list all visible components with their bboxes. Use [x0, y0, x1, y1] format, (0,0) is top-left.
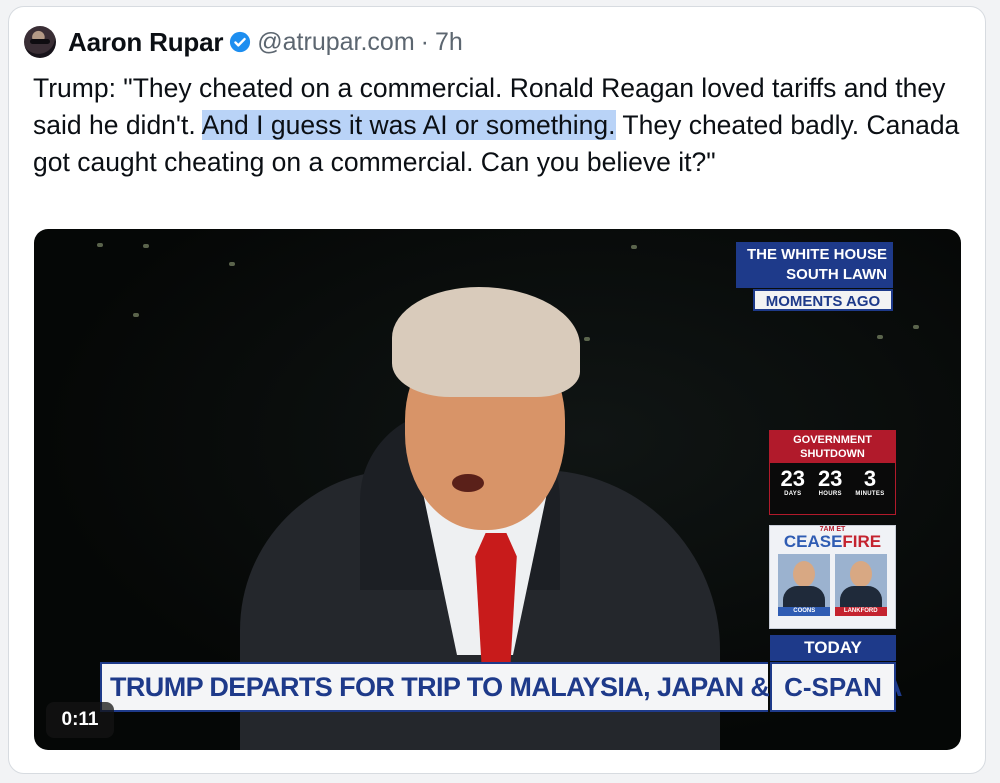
countdown-hours: 23 HOURS [817, 466, 843, 498]
moments-ago-label: MOMENTS AGO [753, 289, 893, 311]
shutdown-counter: GOVERNMENT SHUTDOWN 23 DAYS 23 HOURS 3 M… [769, 430, 896, 515]
video-player[interactable]: THE WHITE HOUSE SOUTH LAWN MOMENTS AGO G… [34, 229, 961, 750]
location-line-1: THE WHITE HOUSE [746, 246, 887, 263]
post-timestamp[interactable]: 7h [435, 28, 463, 57]
guest-name: LANKFORD [834, 607, 887, 616]
verified-badge-icon [230, 31, 251, 53]
guest-name: COONS [778, 607, 831, 616]
guest-body [783, 586, 826, 608]
countdown-days: 23 DAYS [780, 466, 805, 498]
location-graphic: THE WHITE HOUSE SOUTH LAWN [736, 242, 893, 288]
shutdown-title: GOVERNMENT SHUTDOWN [770, 431, 895, 463]
author-name[interactable]: Aaron Rupar [68, 27, 223, 58]
headline-chyron: TRUMP DEPARTS FOR TRIP TO MALAYSIA, JAPA… [100, 662, 903, 712]
separator-dot: · [420, 27, 429, 56]
background-light [229, 262, 235, 266]
ceasefire-guests: COONS LANKFORD [770, 551, 895, 616]
background-light [631, 245, 637, 249]
background-light [133, 313, 139, 317]
countdown: 23 DAYS 23 HOURS 3 MINUTES [770, 463, 895, 498]
ceasefire-title-part: CEASE [783, 532, 843, 551]
speaker-hair [392, 287, 580, 397]
guest-face [793, 561, 816, 587]
ceasefire-title-part: FIRE [842, 532, 882, 551]
video-frame: THE WHITE HOUSE SOUTH LAWN MOMENTS AGO G… [34, 229, 961, 750]
highlighted-text: And I guess it was AI or something. [201, 110, 616, 140]
background-light [143, 244, 149, 248]
guest-body [839, 586, 882, 608]
post-header: Aaron Rupar @atrupar.com · 7h [24, 22, 463, 62]
countdown-value: 23 [817, 466, 843, 491]
video-duration-badge[interactable]: 0:11 [46, 702, 114, 738]
guest-photo: COONS [778, 554, 831, 616]
avatar[interactable] [24, 26, 56, 58]
background-light [584, 337, 590, 341]
speaker-mouth [452, 474, 484, 492]
ceasefire-title: CEASEFIRE [770, 533, 895, 551]
guest-face [849, 561, 872, 587]
author-handle[interactable]: @atrupar.com [257, 28, 414, 57]
background-light [877, 335, 883, 339]
countdown-label: DAYS [784, 491, 802, 497]
ceasefire-promo: 7AM ET CEASEFIRE COONS LANKFORD [769, 525, 896, 629]
shutdown-title-line-2: SHUTDOWN [800, 448, 865, 460]
countdown-minutes: 3 MINUTES [855, 466, 885, 498]
countdown-label: HOURS [818, 491, 842, 497]
shutdown-title-line-1: GOVERNMENT [793, 434, 872, 446]
countdown-value: 23 [780, 466, 805, 491]
location-line-2: SOUTH LAWN [786, 266, 887, 283]
post-text: Trump: "They cheated on a commercial. Ro… [33, 70, 963, 181]
guest-photo: LANKFORD [834, 554, 887, 616]
network-logo: C-SPAN [770, 662, 896, 712]
today-label: TODAY [770, 635, 896, 661]
countdown-label: MINUTES [855, 491, 885, 497]
background-light [913, 325, 919, 329]
background-light [97, 243, 103, 247]
countdown-value: 3 [863, 466, 877, 491]
